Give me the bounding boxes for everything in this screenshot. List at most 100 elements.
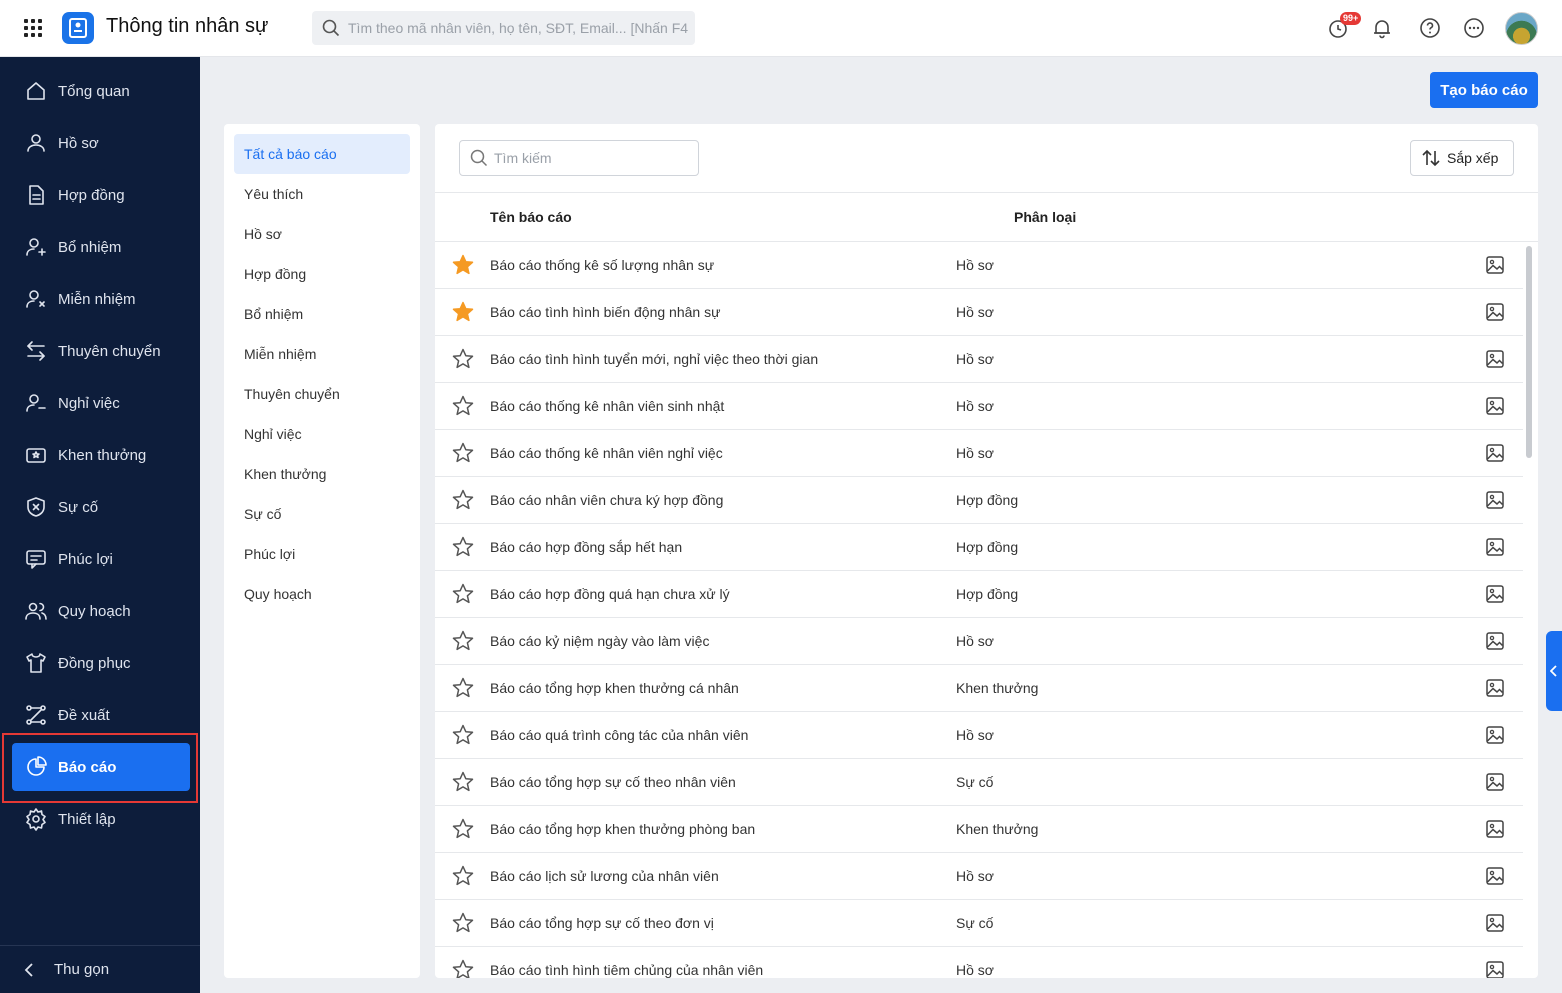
image-preview-icon[interactable] bbox=[1485, 396, 1505, 416]
report-name[interactable]: Báo cáo thống kê nhân viên sinh nhật bbox=[490, 398, 724, 414]
table-row[interactable]: Báo cáo tổng hợp sự cố theo nhân viên Sự … bbox=[435, 759, 1523, 806]
image-preview-icon[interactable] bbox=[1485, 255, 1505, 275]
user-avatar[interactable] bbox=[1505, 12, 1538, 45]
report-search[interactable] bbox=[459, 140, 699, 176]
sidebar-item[interactable]: Bổ nhiệm bbox=[12, 223, 190, 271]
category-item[interactable]: Bổ nhiệm bbox=[234, 294, 410, 334]
star-outline-icon[interactable] bbox=[451, 394, 475, 418]
category-item[interactable]: Hợp đồng bbox=[234, 254, 410, 294]
report-name[interactable]: Báo cáo nhân viên chưa ký hợp đồng bbox=[490, 492, 723, 508]
report-name[interactable]: Báo cáo tổng hợp khen thưởng phòng ban bbox=[490, 821, 755, 837]
sidebar-item[interactable]: Miễn nhiệm bbox=[12, 275, 190, 323]
image-preview-icon[interactable] bbox=[1485, 537, 1505, 557]
sidebar-item[interactable]: Sự cố bbox=[12, 483, 190, 531]
star-outline-icon[interactable] bbox=[451, 582, 475, 606]
sidebar-item[interactable]: Hợp đồng bbox=[12, 171, 190, 219]
table-row[interactable]: Báo cáo tình hình biến động nhân sự Hồ sơ bbox=[435, 289, 1523, 336]
image-preview-icon[interactable] bbox=[1485, 772, 1505, 792]
category-item[interactable]: Hồ sơ bbox=[234, 214, 410, 254]
category-item[interactable]: Miễn nhiệm bbox=[234, 334, 410, 374]
star-outline-icon[interactable] bbox=[451, 629, 475, 653]
collapse-sidebar-button[interactable]: Thu gọn bbox=[0, 945, 200, 993]
report-name[interactable]: Báo cáo tổng hợp khen thưởng cá nhân bbox=[490, 680, 739, 696]
sidebar-item[interactable]: Hồ sơ bbox=[12, 119, 190, 167]
sidebar-item[interactable]: Đồng phục bbox=[12, 639, 190, 687]
image-preview-icon[interactable] bbox=[1485, 866, 1505, 886]
table-row[interactable]: Báo cáo nhân viên chưa ký hợp đồng Hợp đồ… bbox=[435, 477, 1523, 524]
expand-side-panel-button[interactable] bbox=[1546, 631, 1562, 711]
star-outline-icon[interactable] bbox=[451, 535, 475, 559]
report-name[interactable]: Báo cáo hợp đồng sắp hết hạn bbox=[490, 539, 682, 555]
star-outline-icon[interactable] bbox=[451, 911, 475, 935]
star-outline-icon[interactable] bbox=[451, 723, 475, 747]
image-preview-icon[interactable] bbox=[1485, 631, 1505, 651]
table-row[interactable]: Báo cáo hợp đồng sắp hết hạn Hợp đồng bbox=[435, 524, 1523, 571]
report-name[interactable]: Báo cáo thống kê số lượng nhân sự bbox=[490, 257, 714, 273]
global-search[interactable] bbox=[312, 11, 695, 45]
category-item[interactable]: Yêu thích bbox=[234, 174, 410, 214]
table-row[interactable]: Báo cáo tình hình tuyển mới, nghỉ việc t… bbox=[435, 336, 1523, 383]
table-row[interactable]: Báo cáo tổng hợp sự cố theo đơn vị Sự cố bbox=[435, 900, 1523, 947]
report-name[interactable]: Báo cáo hợp đồng quá hạn chưa xử lý bbox=[490, 586, 730, 602]
table-row[interactable]: Báo cáo thống kê nhân viên sinh nhật Hồ s… bbox=[435, 383, 1523, 430]
image-preview-icon[interactable] bbox=[1485, 443, 1505, 463]
star-outline-icon[interactable] bbox=[451, 864, 475, 888]
sidebar-item[interactable]: Thuyên chuyển bbox=[12, 327, 190, 375]
star-outline-icon[interactable] bbox=[451, 488, 475, 512]
image-preview-icon[interactable] bbox=[1485, 490, 1505, 510]
table-row[interactable]: Báo cáo thống kê nhân viên nghỉ việc Hồ s… bbox=[435, 430, 1523, 477]
more-options-icon[interactable] bbox=[1462, 16, 1486, 40]
table-row[interactable]: Báo cáo kỷ niệm ngày vào làm việc Hồ sơ bbox=[435, 618, 1523, 665]
help-icon[interactable] bbox=[1418, 16, 1442, 40]
report-name[interactable]: Báo cáo thống kê nhân viên nghỉ việc bbox=[490, 445, 723, 461]
image-preview-icon[interactable] bbox=[1485, 349, 1505, 369]
sidebar-item[interactable]: Nghỉ việc bbox=[12, 379, 190, 427]
table-row[interactable]: Báo cáo tổng hợp khen thưởng cá nhân Khen… bbox=[435, 665, 1523, 712]
sidebar-item[interactable]: Khen thưởng bbox=[12, 431, 190, 479]
sidebar-item[interactable]: Quy hoạch bbox=[12, 587, 190, 635]
image-preview-icon[interactable] bbox=[1485, 819, 1505, 839]
sidebar-item[interactable]: Đề xuất bbox=[12, 691, 190, 739]
image-preview-icon[interactable] bbox=[1485, 584, 1505, 604]
create-report-button[interactable]: Tạo báo cáo bbox=[1430, 72, 1538, 108]
sidebar-item[interactable]: Phúc lợi bbox=[12, 535, 190, 583]
report-name[interactable]: Báo cáo tổng hợp sự cố theo nhân viên bbox=[490, 774, 736, 790]
star-outline-icon[interactable] bbox=[451, 347, 475, 371]
bell-icon[interactable] bbox=[1370, 16, 1394, 40]
image-preview-icon[interactable] bbox=[1485, 960, 1505, 978]
category-item[interactable]: Tất cả báo cáo bbox=[234, 134, 410, 174]
image-preview-icon[interactable] bbox=[1485, 725, 1505, 745]
table-row[interactable]: Báo cáo tình hình tiêm chủng của nhân vi… bbox=[435, 947, 1523, 978]
category-item[interactable]: Khen thưởng bbox=[234, 454, 410, 494]
sort-button[interactable]: Sắp xếp bbox=[1410, 140, 1514, 176]
star-filled-icon[interactable] bbox=[451, 253, 475, 277]
apps-grid-icon[interactable] bbox=[24, 19, 42, 37]
image-preview-icon[interactable] bbox=[1485, 302, 1505, 322]
list-scrollbar[interactable] bbox=[1526, 246, 1532, 458]
report-search-input[interactable] bbox=[494, 150, 694, 166]
global-search-input[interactable] bbox=[348, 20, 688, 36]
sidebar-item[interactable]: Tổng quan bbox=[12, 67, 190, 115]
star-outline-icon[interactable] bbox=[451, 958, 475, 978]
star-outline-icon[interactable] bbox=[451, 817, 475, 841]
report-name[interactable]: Báo cáo tình hình tiêm chủng của nhân vi… bbox=[490, 962, 763, 978]
star-filled-icon[interactable] bbox=[451, 300, 475, 324]
image-preview-icon[interactable] bbox=[1485, 678, 1505, 698]
star-outline-icon[interactable] bbox=[451, 441, 475, 465]
category-item[interactable]: Quy hoạch bbox=[234, 574, 410, 614]
star-outline-icon[interactable] bbox=[451, 770, 475, 794]
report-name[interactable]: Báo cáo kỷ niệm ngày vào làm việc bbox=[490, 633, 709, 649]
image-preview-icon[interactable] bbox=[1485, 913, 1505, 933]
table-row[interactable]: Báo cáo quá trình công tác của nhân viên… bbox=[435, 712, 1523, 759]
table-row[interactable]: Báo cáo lịch sử lương của nhân viên Hồ sơ bbox=[435, 853, 1523, 900]
report-name[interactable]: Báo cáo tình hình biến động nhân sự bbox=[490, 304, 720, 320]
category-item[interactable]: Sự cố bbox=[234, 494, 410, 534]
star-outline-icon[interactable] bbox=[451, 676, 475, 700]
report-name[interactable]: Báo cáo lịch sử lương của nhân viên bbox=[490, 868, 719, 884]
category-item[interactable]: Nghỉ việc bbox=[234, 414, 410, 454]
category-item[interactable]: Thuyên chuyển bbox=[234, 374, 410, 414]
table-row[interactable]: Báo cáo tổng hợp khen thưởng phòng ban Kh… bbox=[435, 806, 1523, 853]
report-name[interactable]: Báo cáo tình hình tuyển mới, nghỉ việc t… bbox=[490, 351, 818, 367]
category-item[interactable]: Phúc lợi bbox=[234, 534, 410, 574]
report-name[interactable]: Báo cáo quá trình công tác của nhân viên bbox=[490, 727, 748, 743]
